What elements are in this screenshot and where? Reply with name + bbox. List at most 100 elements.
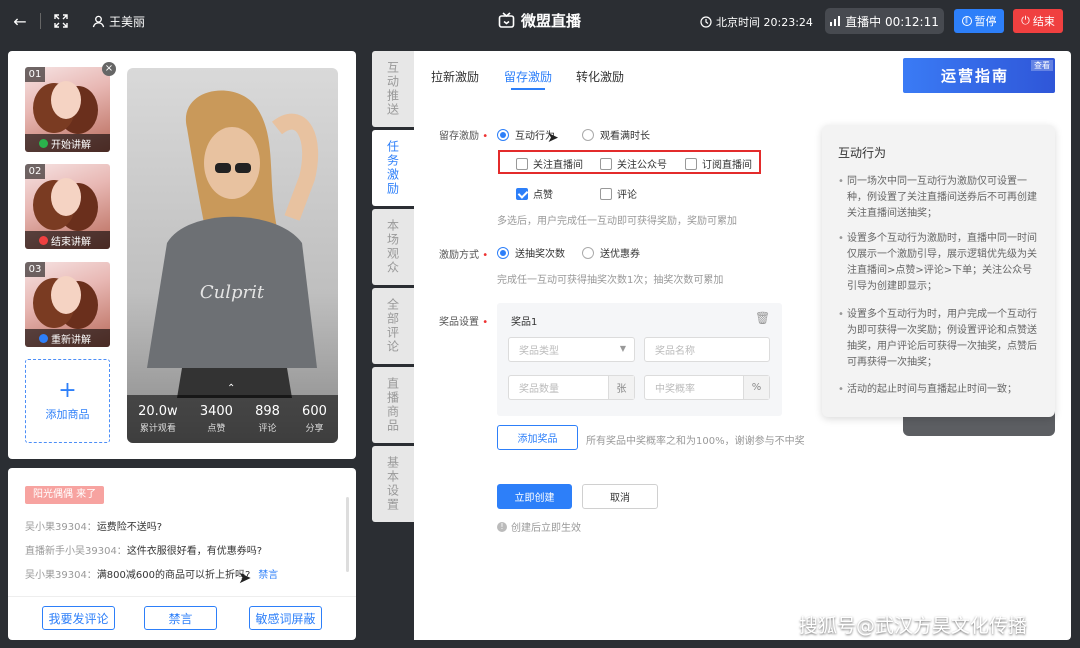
rule-text: 设置多个互动行为激励时，直播中同一时间仅展示一个激励引导，展示逻辑优先级为关注直…	[847, 233, 1037, 292]
clip-action[interactable]: 开始讲解	[25, 134, 110, 152]
stat-label: 累计观看	[139, 424, 176, 434]
radio-label: 观看满时长	[600, 131, 650, 142]
stat-label: 评论	[258, 424, 277, 434]
stat-views: 20.0w 累计观看	[138, 404, 178, 434]
pause-button[interactable]: ‖ 暂停	[954, 9, 1004, 33]
radio-coupon[interactable]: 送优惠券	[582, 245, 640, 260]
check-label: 关注公众号	[617, 160, 667, 171]
tab-task-incentive[interactable]: 任务激励	[372, 130, 414, 206]
rules-title: 互动行为	[838, 146, 887, 160]
live-status-text: 直播中 00:12:11	[845, 14, 939, 29]
rule-item: 活动的起止时间与直播起止时间一致；	[838, 382, 1041, 398]
retention-hint: 多选后，用户完成任一互动即可获得奖励，奖励可累加	[497, 216, 737, 227]
chat-text: 这件衣服很好看，有优惠券吗?	[126, 546, 263, 557]
add-prize-hint: 所有奖品中奖概率之和为100%，谢谢参与不中奖	[586, 436, 805, 447]
clip-action[interactable]: 结束讲解	[25, 231, 110, 249]
required-mark: •	[482, 317, 489, 328]
chat-user: 吴小果39304：	[25, 570, 97, 581]
add-product-button[interactable]: + 添加商品	[25, 359, 110, 443]
clip-card[interactable]: 02 结束讲解	[25, 164, 110, 249]
prize-name-input[interactable]: 奖品名称	[644, 337, 770, 362]
chat-message: 吴小果39304：运费险不送吗?	[25, 518, 162, 533]
chat-scrollbar[interactable]	[346, 497, 349, 572]
tab-audience[interactable]: 本场观众	[372, 209, 414, 285]
pause-label: 暂停	[974, 15, 997, 28]
stat-value: 3400	[199, 404, 233, 419]
info-icon: !	[497, 521, 507, 532]
guide-banner-text: 运营指南	[941, 67, 1010, 85]
check-follow-room[interactable]: 关注直播间	[516, 156, 583, 171]
clip-action[interactable]: 重新讲解	[25, 329, 110, 347]
operation-guide-banner[interactable]: 运营指南 查看	[903, 58, 1055, 93]
active-tab-underline	[511, 88, 545, 90]
check-subscribe-room[interactable]: 订阅直播间	[685, 156, 752, 171]
chevron-up-icon[interactable]: ⌃	[227, 383, 235, 394]
end-button[interactable]: ⏻ 结束	[1013, 9, 1063, 33]
check-like[interactable]: 点赞	[516, 186, 553, 201]
retention-label-text: 留存激励	[439, 131, 479, 142]
tab-all-comments[interactable]: 全部评论	[372, 288, 414, 364]
check-label: 评论	[617, 190, 637, 201]
guide-view-tag[interactable]: 查看	[1031, 60, 1053, 71]
tab-interaction-push[interactable]: 互动推送	[372, 51, 414, 127]
tab-acquisition[interactable]: 拉新激励	[431, 68, 479, 85]
tab-basic-settings[interactable]: 基本设置	[372, 446, 414, 522]
stat-value: 20.0w	[138, 404, 178, 419]
streamer-thumbnail	[51, 81, 81, 119]
app-title-text: 微盟直播	[521, 12, 582, 30]
tab-live-products[interactable]: 直播商品	[372, 367, 414, 443]
rule-text: 活动的起止时间与直播起止时间一致；	[847, 384, 1017, 395]
tab-retention[interactable]: 留存激励	[504, 68, 552, 85]
radio-label: 送优惠券	[600, 249, 640, 260]
close-icon[interactable]: ×	[102, 62, 116, 76]
cancel-button[interactable]: 取消	[582, 484, 658, 509]
clip-label: 重新讲解	[51, 334, 91, 346]
stat-label: 点赞	[207, 424, 226, 434]
prize-type-select[interactable]: 奖品类型 ▼	[508, 337, 635, 362]
top-bar: ← 王美丽 微盟直播 北京时间 20:23:24 直播中 00:12:11 ‖ …	[0, 0, 1080, 42]
end-label: 结束	[1032, 15, 1055, 28]
mute-user-link[interactable]: 禁言	[258, 570, 278, 581]
prize-rate-input[interactable]: 中奖概率%	[644, 375, 770, 400]
prize-label: 奖品设置 •	[439, 313, 488, 328]
footer-hint-text: 创建后立即生效	[511, 523, 581, 534]
live-video[interactable]: Culprit ⌃ 20.0w 累计观看 3400 点赞 898 评论 600 分享	[127, 68, 338, 443]
join-notice-badge: 阳光偶偶 来了	[25, 486, 105, 504]
trash-icon[interactable]: 🗑	[755, 311, 770, 325]
divider	[8, 596, 356, 597]
check-follow-account[interactable]: 关注公众号	[600, 156, 667, 171]
tab-conversion[interactable]: 转化激励	[576, 68, 624, 85]
rule-item: 同一场次中同一互动行为激励仅可设置一种，例设置了关注直播间送券后不可再创建关注直…	[838, 174, 1041, 222]
back-arrow-icon[interactable]: ←	[10, 11, 30, 31]
clip-number: 02	[25, 164, 45, 179]
sensitive-word-filter-button[interactable]: 敏感词屏蔽	[249, 606, 322, 630]
plus-icon: +	[58, 378, 77, 403]
mute-button[interactable]: 禁言	[144, 606, 217, 630]
streamer-thumbnail	[51, 276, 81, 314]
checkbox-checked	[516, 187, 528, 200]
add-prize-button[interactable]: 添加奖品	[497, 425, 578, 450]
streamer-info: 王美丽	[92, 13, 145, 30]
divider	[40, 13, 41, 29]
chat-text: 满800减600的商品可以折上折吗?	[96, 570, 251, 581]
method-label: 激励方式 •	[439, 246, 488, 261]
check-label: 点赞	[533, 190, 553, 201]
rule-text: 设置多个互动行为时，用户完成一个互动行为即可获得一次奖励；例设置评论和点赞送抽奖…	[847, 309, 1037, 368]
replay-icon	[39, 333, 48, 343]
radio-unselected	[582, 246, 594, 259]
required-mark: •	[482, 250, 489, 261]
radio-lottery[interactable]: 送抽奖次数	[497, 245, 565, 260]
check-comment[interactable]: 评论	[600, 186, 637, 201]
live-status: 直播中 00:12:11	[825, 8, 944, 34]
check-label: 订阅直播间	[702, 160, 752, 171]
post-comment-button[interactable]: 我要发评论	[42, 606, 115, 630]
clip-card[interactable]: 03 重新讲解	[25, 262, 110, 347]
mouse-cursor-icon: ➤	[238, 568, 252, 587]
fullscreen-icon[interactable]	[52, 11, 70, 31]
radio-watch-duration[interactable]: 观看满时长	[582, 127, 650, 142]
method-label-text: 激励方式	[439, 250, 479, 261]
prize-quantity-input[interactable]: 奖品数量 张	[508, 375, 635, 400]
radio-unselected	[582, 128, 594, 141]
clip-card[interactable]: 01 开始讲解	[25, 67, 110, 152]
create-button[interactable]: 立即创建	[497, 484, 572, 509]
